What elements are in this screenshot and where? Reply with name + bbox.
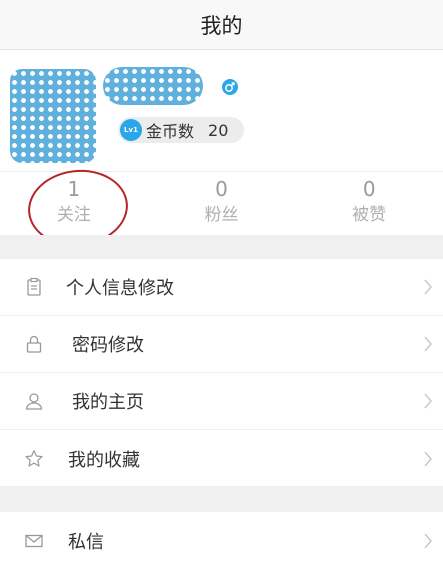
stat-followers-count: 0	[215, 177, 228, 201]
coin-badge: Lv1 金币数 20	[118, 117, 244, 143]
chevron-right-icon	[424, 533, 432, 548]
stat-likes-label: 被赞	[352, 205, 387, 225]
settings-menu: 个人信息修改 密码修改 我的主页 我的收藏	[0, 259, 443, 487]
username-blurred	[103, 67, 203, 105]
section-divider	[0, 486, 443, 512]
stat-likes-count: 0	[362, 177, 376, 201]
star-icon	[25, 449, 43, 467]
stat-likes[interactable]: 0 被赞	[295, 172, 443, 235]
menu-label-my-favorites: 我的收藏	[68, 449, 140, 471]
coin-label: 金币数	[146, 122, 195, 141]
level-badge-icon: Lv1	[120, 119, 142, 141]
avatar[interactable]	[10, 69, 96, 163]
user-icon	[25, 393, 43, 410]
chevron-right-icon	[424, 393, 432, 409]
stat-following-count: 1	[67, 177, 81, 201]
stat-followers[interactable]: 0 粉丝	[148, 172, 296, 235]
profile-section: Lv1 金币数 20	[0, 51, 443, 171]
header-bar: 我的	[0, 0, 443, 50]
stat-followers-label: 粉丝	[204, 205, 239, 225]
clipboard-icon	[27, 277, 41, 296]
male-icon	[222, 79, 238, 95]
lock-icon	[26, 335, 42, 353]
menu-item-my-homepage[interactable]: 我的主页	[0, 373, 443, 430]
chevron-right-icon	[424, 279, 432, 295]
chevron-right-icon	[424, 451, 432, 466]
mail-icon	[25, 534, 43, 547]
stats-bar: 1 关注 0 粉丝 0 被赞	[0, 171, 443, 235]
menu-label-private-messages: 私信	[68, 531, 104, 553]
menu-label-my-homepage: 我的主页	[72, 392, 144, 413]
menu-label-edit-profile: 个人信息修改	[66, 278, 174, 299]
stat-following[interactable]: 1 关注	[0, 172, 148, 235]
menu-label-change-password: 密码修改	[72, 335, 144, 356]
menu-item-edit-profile[interactable]: 个人信息修改	[0, 259, 443, 316]
messages-menu: 私信	[0, 512, 443, 561]
menu-item-private-messages[interactable]: 私信	[0, 512, 443, 561]
chevron-right-icon	[424, 336, 432, 352]
coin-value: 20	[208, 120, 229, 140]
menu-item-change-password[interactable]: 密码修改	[0, 316, 443, 373]
section-divider	[0, 235, 443, 259]
stat-following-label: 关注	[56, 205, 91, 225]
menu-item-my-favorites[interactable]: 我的收藏	[0, 430, 443, 487]
page-title: 我的	[200, 13, 243, 38]
